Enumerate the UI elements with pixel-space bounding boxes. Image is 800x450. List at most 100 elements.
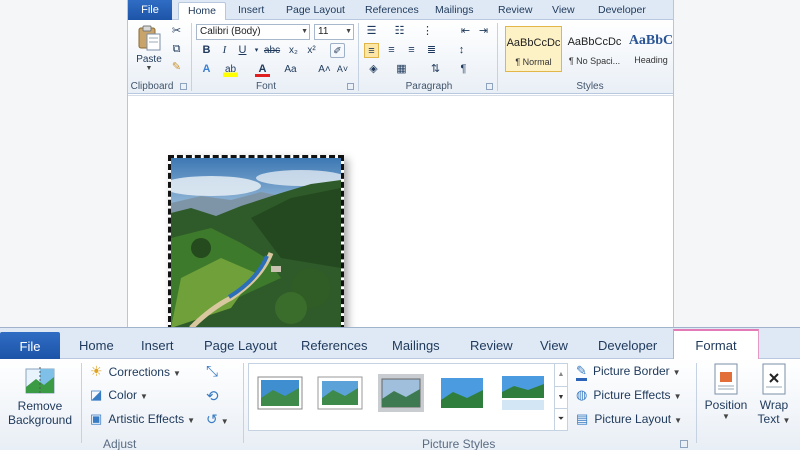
picture-border-icon: ✎	[576, 363, 587, 381]
picture-style-5[interactable]	[500, 374, 546, 412]
align-right-icon[interactable]: ≡	[404, 43, 419, 58]
subscript-icon[interactable]: x₂	[286, 43, 301, 58]
font-size-value: 11	[318, 26, 329, 37]
borders-icon[interactable]: ▦	[394, 62, 409, 77]
divider	[358, 23, 359, 91]
increase-indent-icon[interactable]: ⇥	[476, 24, 491, 39]
text-effects-icon[interactable]: A	[199, 62, 214, 77]
align-left-icon[interactable]: ≡	[364, 43, 379, 58]
tab-format[interactable]: Format	[673, 329, 759, 360]
grow-font-icon[interactable]: A˄	[317, 62, 332, 77]
corrections-button[interactable]: ☀ Corrections ▼	[90, 363, 181, 383]
style-name: Heading	[634, 55, 668, 65]
change-case-icon[interactable]: Aa	[283, 62, 298, 77]
divider	[243, 363, 244, 443]
sort-icon[interactable]: ⇅	[428, 62, 443, 77]
tab-page-layout[interactable]: Page Layout	[286, 0, 345, 20]
bullets-icon[interactable]: ☰	[364, 24, 379, 39]
color-button[interactable]: ◪ Color ▼	[90, 387, 148, 407]
tab-view[interactable]: View	[540, 328, 568, 359]
strikethrough-icon[interactable]: abc	[264, 43, 280, 58]
picture-layout-button[interactable]: ▤ Picture Layout ▼	[576, 411, 682, 431]
font-launcher-icon[interactable]	[347, 83, 354, 90]
remove-background-button[interactable]: Remove Background	[4, 365, 76, 431]
picture-style-3[interactable]	[378, 374, 424, 412]
tab-file[interactable]: File	[128, 0, 172, 20]
style-heading[interactable]: AaBbC Heading	[627, 26, 673, 72]
chevron-down-icon: ▼	[782, 416, 791, 425]
font-name-combo[interactable]: Calibri (Body) ▼	[196, 24, 310, 40]
style-normal[interactable]: AaBbCcDc ¶ Normal	[505, 26, 562, 72]
tab-home[interactable]: Home	[178, 2, 226, 21]
change-picture-icon[interactable]: ⟲	[206, 387, 219, 405]
tab-insert[interactable]: Insert	[141, 328, 174, 359]
clipboard-launcher-icon[interactable]	[180, 83, 187, 90]
format-painter-icon[interactable]: ✎	[169, 60, 184, 75]
underline-icon[interactable]: U	[235, 43, 250, 58]
style-no-spacing[interactable]: AaBbCcDc ¶ No Spaci...	[566, 26, 623, 72]
gallery-scroll-up-icon[interactable]: ▲	[554, 364, 567, 386]
multilevel-list-icon[interactable]: ⋮	[420, 24, 435, 39]
shrink-font-icon[interactable]: A˅	[335, 62, 350, 77]
clear-formatting-icon[interactable]: ✐	[330, 43, 345, 58]
position-button[interactable]: Position ▼	[702, 363, 750, 433]
font-size-combo[interactable]: 11 ▼	[314, 24, 354, 40]
top-tab-bar: File Home Insert Page Layout References …	[128, 0, 673, 21]
paste-icon	[138, 25, 161, 51]
tab-mailings[interactable]: Mailings	[435, 0, 474, 20]
tab-file[interactable]: File	[0, 332, 60, 359]
tab-page-layout[interactable]: Page Layout	[204, 328, 277, 359]
color-icon: ◪	[90, 387, 103, 402]
tab-references[interactable]: References	[301, 328, 367, 359]
artistic-effects-button[interactable]: ▣ Artistic Effects ▼	[90, 411, 195, 431]
landscape-photo	[171, 158, 341, 328]
font-group-label: Font	[255, 81, 276, 92]
picture-style-2[interactable]	[317, 374, 363, 412]
tab-view[interactable]: View	[552, 0, 575, 20]
reset-picture-icon[interactable]: ↺ ▼	[206, 411, 229, 428]
tab-developer[interactable]: Developer	[598, 328, 657, 359]
tab-mailings[interactable]: Mailings	[392, 328, 440, 359]
picture-effects-icon: ◍	[576, 387, 588, 402]
wrap-text-label-1: Wrap	[759, 398, 789, 412]
decrease-indent-icon[interactable]: ⇤	[458, 24, 473, 39]
chevron-down-icon: ▼	[187, 416, 196, 425]
tab-developer[interactable]: Developer	[598, 0, 646, 20]
picture-styles-gallery: ▲ ▼ ⏷	[248, 363, 568, 431]
document-page[interactable]	[128, 95, 673, 330]
picture-style-4[interactable]	[439, 374, 485, 412]
paragraph-launcher-icon[interactable]	[486, 83, 493, 90]
font-color-icon[interactable]: A	[255, 62, 270, 77]
align-center-icon[interactable]: ≡	[384, 43, 399, 58]
numbering-icon[interactable]: ☷	[392, 24, 407, 39]
show-formatting-icon[interactable]: ¶	[456, 62, 471, 77]
gallery-scroll-down-icon[interactable]: ▼	[554, 386, 567, 408]
superscript-icon[interactable]: x²	[304, 43, 319, 58]
tab-home[interactable]: Home	[79, 328, 114, 359]
tab-review[interactable]: Review	[470, 328, 513, 359]
position-label: Position	[704, 398, 748, 412]
gallery-more-icon[interactable]: ⏷	[554, 408, 567, 430]
picture-effects-button[interactable]: ◍ Picture Effects ▼	[576, 387, 681, 407]
wrap-text-button[interactable]: Wrap Text ▼	[752, 363, 796, 437]
highlight-icon[interactable]: ab	[223, 62, 238, 77]
cut-icon[interactable]: ✂	[169, 24, 184, 39]
italic-icon[interactable]: I	[217, 43, 232, 58]
chevron-down-icon[interactable]: ▾	[249, 43, 264, 58]
home-ribbon: Paste ▼ ✂ ⧉ ✎ Clipboard Calibri (Body) ▼ …	[128, 20, 673, 94]
selected-picture[interactable]	[168, 155, 344, 330]
copy-icon[interactable]: ⧉	[169, 42, 184, 57]
justify-icon[interactable]: ≣	[424, 43, 439, 58]
tab-review[interactable]: Review	[498, 0, 532, 20]
word-window-top: File Home Insert Page Layout References …	[127, 0, 674, 330]
tab-insert[interactable]: Insert	[238, 0, 264, 20]
compress-pictures-icon[interactable]: ⤡	[206, 363, 218, 380]
paste-button[interactable]: Paste ▼	[132, 24, 166, 72]
line-spacing-icon[interactable]: ↕	[454, 43, 469, 58]
bold-icon[interactable]: B	[199, 43, 214, 58]
picture-border-button[interactable]: ✎ Picture Border ▼	[576, 363, 681, 383]
tab-references[interactable]: References	[365, 0, 419, 20]
picture-style-1[interactable]	[257, 374, 303, 412]
picture-styles-launcher-icon[interactable]	[680, 440, 688, 448]
shading-icon[interactable]: ◈	[366, 62, 381, 77]
